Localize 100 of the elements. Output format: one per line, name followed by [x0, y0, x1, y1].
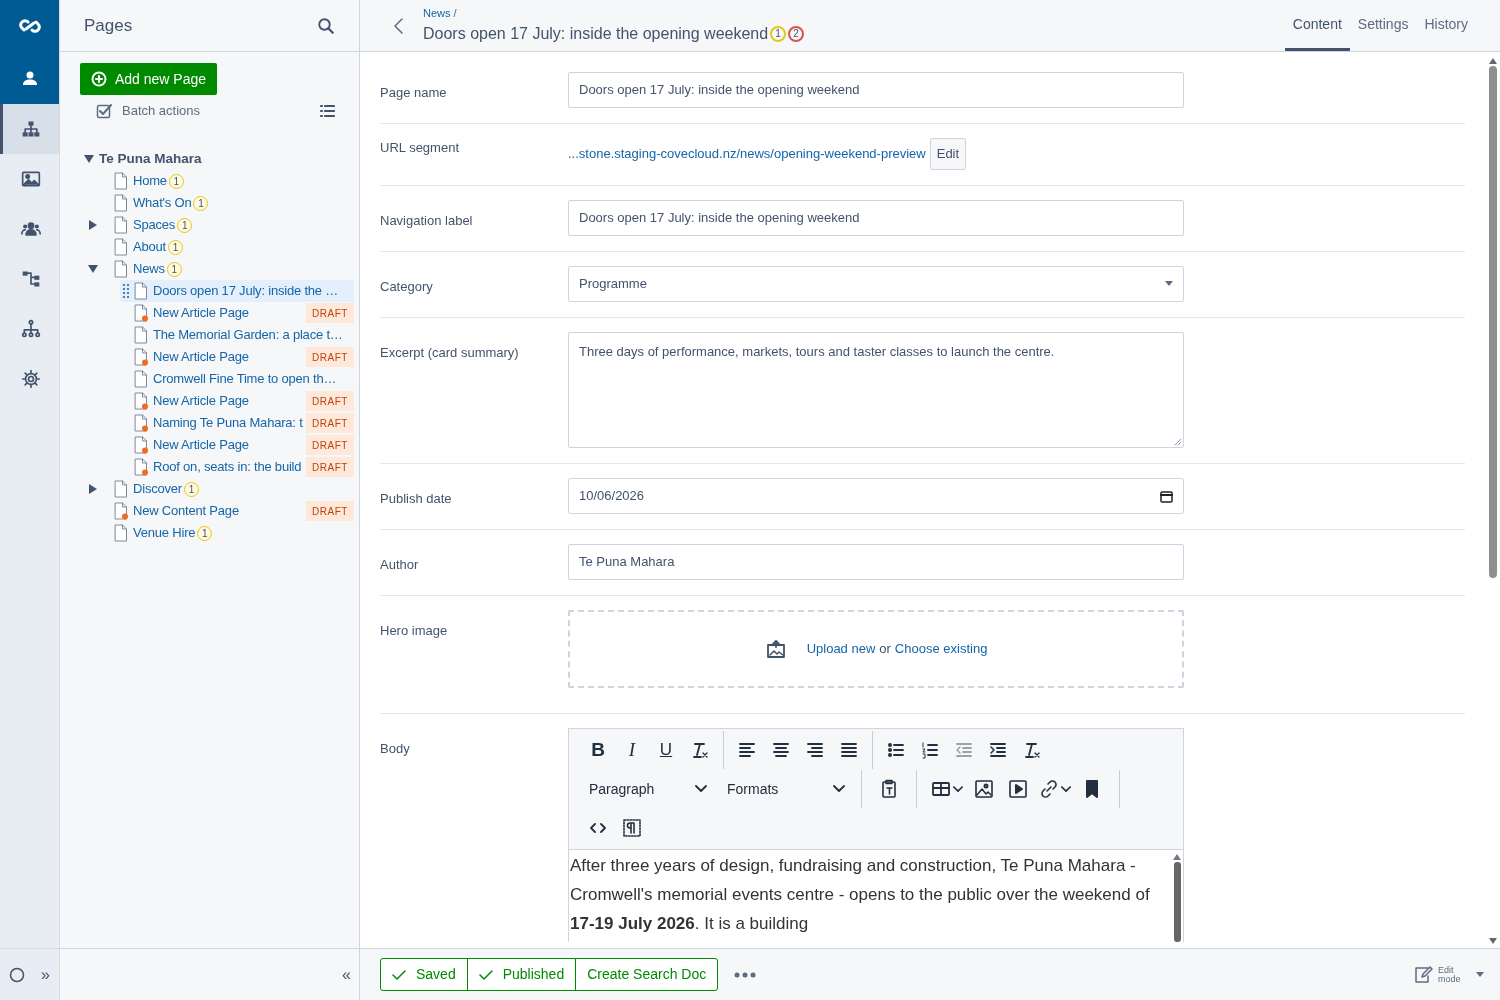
count-badge: 1 — [193, 195, 209, 211]
scrollbar-thumb[interactable] — [1488, 66, 1497, 578]
field-label: Body — [380, 740, 411, 758]
flow-icon — [21, 269, 41, 289]
edit-mode-button[interactable]: Edit mode — [1414, 965, 1484, 984]
tab[interactable]: Content — [1284, 0, 1350, 51]
expand-toggle-icon[interactable] — [88, 220, 98, 230]
text-field[interactable]: Doors open 17 July: inside the opening weekend — [568, 72, 1184, 108]
scroll-up-icon — [1488, 58, 1497, 64]
textarea-field[interactable]: Three days of performance, markets, tours and taster classes to launch the centre. — [568, 332, 1184, 448]
field-label: Page name — [380, 84, 448, 102]
tree-item[interactable]: New Article Page DRAFT — [120, 302, 354, 324]
more-icon[interactable] — [734, 971, 757, 978]
chevron-down-icon — [833, 785, 845, 793]
status-flag: DRAFT — [306, 435, 354, 455]
tree-item[interactable]: New Article Page DRAFT — [120, 346, 354, 368]
hierarchy-icon — [21, 319, 41, 339]
caret-icon — [1165, 281, 1173, 287]
draft-page-icon — [134, 348, 148, 366]
tree-item[interactable]: Naming Te Puna Mahara: t DRAFT — [120, 412, 354, 434]
field-label: Navigation label — [380, 212, 474, 230]
check-icon — [392, 968, 406, 981]
tree-item[interactable]: The Memorial Garden: a place t… — [120, 324, 354, 346]
text-field[interactable]: Te Puna Mahara — [568, 544, 1184, 580]
tree-item[interactable]: Roof on, seats in: the build DRAFT — [120, 456, 354, 478]
upload-image-icon — [764, 639, 787, 659]
page-title: New Article Page — [153, 436, 249, 455]
tree-item[interactable]: News 1 — [100, 258, 354, 280]
tree-item[interactable]: Cromwell Fine Time to open th… — [120, 368, 354, 390]
circle-icon[interactable] — [9, 966, 26, 983]
page-icon — [114, 238, 128, 256]
list-icon[interactable] — [319, 103, 335, 119]
logo[interactable] — [0, 0, 59, 52]
italic-button[interactable]: I — [615, 735, 649, 765]
choose-existing-link[interactable]: Choose existing — [894, 639, 988, 659]
tab[interactable]: History — [1416, 0, 1476, 51]
edit-button[interactable]: Edit — [929, 138, 967, 170]
collapse-panel-button[interactable]: « — [342, 962, 351, 987]
breadcrumb-separator: / — [453, 6, 457, 22]
back-icon[interactable] — [392, 16, 404, 35]
tree-item[interactable]: Spaces 1 — [100, 214, 354, 236]
action-button[interactable]: Published — [466, 958, 577, 991]
checkbox-icon[interactable] — [96, 103, 112, 119]
page-title: Doors open 17 July: inside the opening weekend — [423, 23, 769, 44]
draft-page-icon — [134, 304, 148, 322]
plus-circle-icon — [91, 71, 107, 87]
block-format-dropdown[interactable]: Paragraph — [581, 774, 713, 804]
count-badge: 1 — [168, 173, 184, 189]
sitemap-icon — [21, 119, 41, 139]
link-icon — [1039, 779, 1059, 799]
url-link[interactable]: ...stone.staging-covecloud.nz/news/opening-weekend-preview — [568, 144, 926, 164]
nav-item[interactable] — [0, 104, 59, 154]
tree-item[interactable]: Home 1 — [100, 170, 354, 192]
tree-item[interactable]: Venue Hire 1 — [100, 522, 354, 544]
draft-page-icon — [134, 458, 148, 476]
text-field[interactable]: Doors open 17 July: inside the opening weekend — [568, 200, 1184, 236]
category-select[interactable]: Programme — [568, 266, 1184, 302]
expand-button[interactable]: » — [41, 962, 50, 987]
site-root[interactable]: Te Puna Mahara — [99, 148, 202, 170]
settings-icon — [21, 369, 41, 389]
page-title: Doors open 17 July: inside the … — [153, 282, 339, 301]
editor-content[interactable]: After three years of design, fundraising and construction, Te Puna Mahara - Cromwell's memorial events centre - opens to the public over the weekend of 17-19 July 2026. It is a building — [569, 850, 1171, 942]
tree-item[interactable]: Doors open 17 July: inside the … — [120, 280, 354, 302]
breadcrumb-link[interactable]: News — [423, 5, 451, 22]
batch-actions-label[interactable]: Batch actions — [122, 101, 201, 121]
tab[interactable]: Settings — [1349, 0, 1417, 51]
drag-handle-icon — [123, 284, 129, 298]
page-title: Home — [133, 172, 167, 191]
count-badge: 1 — [197, 525, 213, 541]
action-button[interactable]: Saved — [380, 958, 468, 991]
scrollbar-thumb[interactable] — [1173, 862, 1181, 942]
expand-toggle-icon[interactable] — [88, 484, 98, 494]
edit-icon — [1414, 965, 1434, 984]
page-icon — [114, 480, 128, 498]
profile-button[interactable] — [0, 52, 59, 104]
count-badge: 2 — [788, 25, 805, 42]
page-icon — [134, 370, 148, 388]
page-icon — [114, 524, 128, 542]
collapse-toggle-icon[interactable] — [84, 154, 94, 164]
add-page-button[interactable]: Add new Page — [80, 63, 218, 95]
tree-item[interactable]: New Content Page DRAFT — [100, 500, 354, 522]
upload-link[interactable]: Upload new — [806, 639, 876, 659]
tree-item[interactable]: New Article Page DRAFT — [120, 434, 354, 456]
underline-button[interactable]: U — [649, 735, 683, 765]
tree-item[interactable]: About 1 — [100, 236, 354, 258]
action-button[interactable]: Create Search Doc — [575, 958, 719, 991]
page-title: New Article Page — [153, 392, 249, 411]
tree-item[interactable]: New Article Page DRAFT — [120, 390, 354, 412]
date-field[interactable]: 10/06/2026 — [568, 478, 1184, 514]
status-flag: DRAFT — [306, 347, 354, 367]
tree-item[interactable]: What's On 1 — [100, 192, 354, 214]
formats-dropdown[interactable]: Formats — [719, 774, 851, 804]
field-label: Author — [380, 556, 420, 574]
bold-button[interactable]: B — [581, 735, 615, 765]
tree-item[interactable]: Discover 1 — [100, 478, 354, 500]
resize-handle-icon — [1174, 438, 1182, 446]
search-icon[interactable] — [317, 16, 335, 35]
page-title: New Article Page — [153, 348, 249, 367]
collapse-toggle-icon[interactable] — [88, 264, 98, 274]
upload-area[interactable]: Upload new or Choose existing — [568, 610, 1184, 688]
